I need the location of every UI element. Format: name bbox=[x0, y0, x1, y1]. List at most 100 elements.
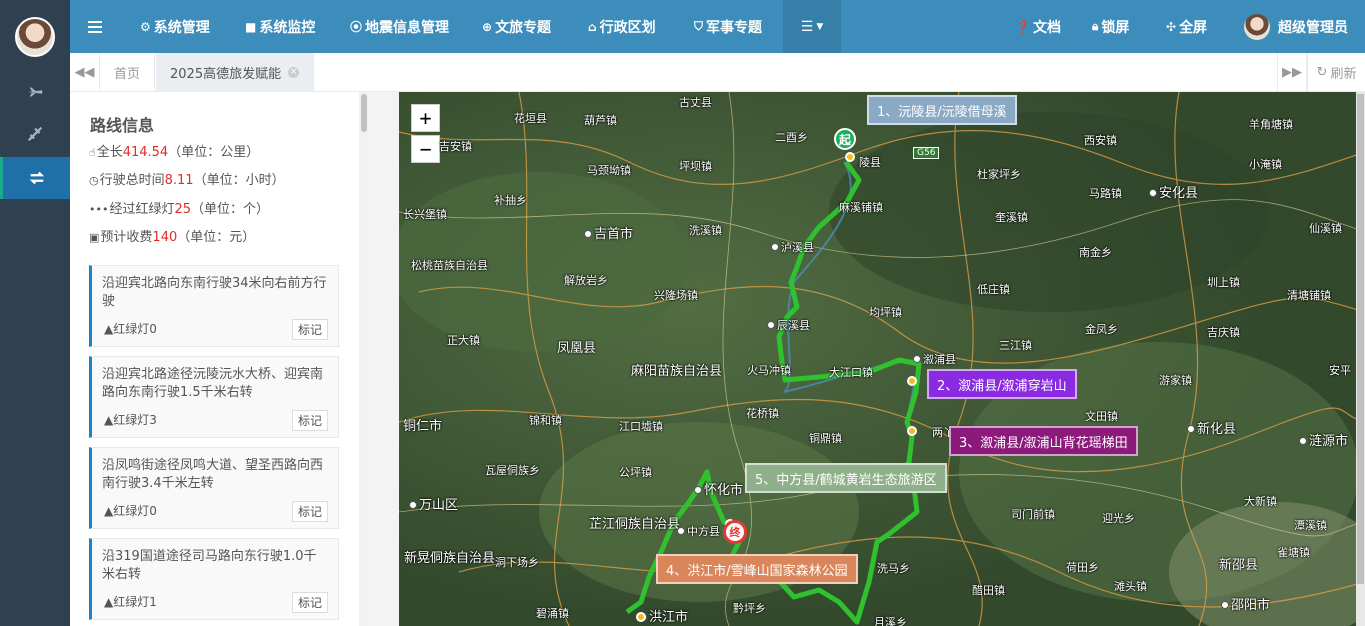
map-label: 新化县 bbox=[1187, 418, 1236, 437]
menu-toggle-button[interactable] bbox=[88, 0, 102, 53]
fullscreen-icon: ✣ bbox=[1166, 19, 1177, 34]
nav-system-admin[interactable]: ⚙ 系统管理 bbox=[140, 0, 210, 53]
tab-scroll-left-button[interactable]: ◀◀ bbox=[70, 53, 100, 92]
map-scrollbar[interactable] bbox=[1356, 92, 1365, 626]
map-label: 碧涌镇 bbox=[536, 607, 569, 620]
nav-earthquake-info[interactable]: ⦿ 地震信息管理 bbox=[350, 0, 449, 53]
map-label: 葫芦镇 bbox=[584, 114, 617, 127]
nav-military[interactable]: ⛉ 军事专题 bbox=[694, 0, 762, 53]
map-label: 圳上镇 bbox=[1207, 276, 1240, 289]
map-label: 解放岩乡 bbox=[564, 274, 608, 287]
money-icon: ▣ bbox=[89, 231, 100, 244]
route-step[interactable]: 沿迎宾北路途径沅陵沅水大桥、迎宾南路向东南行驶1.5千米右转 ▲红绿灯3 标记 bbox=[89, 356, 339, 438]
refresh-button[interactable]: ↻ 刷新 bbox=[1307, 53, 1365, 92]
tab-home[interactable]: 首页 bbox=[100, 53, 156, 92]
map-label: 滩头镇 bbox=[1114, 580, 1147, 593]
map-label: 公坪镇 bbox=[619, 466, 652, 479]
map-label: 洞下场乡 bbox=[495, 556, 539, 569]
map-label: 黔坪乡 bbox=[733, 602, 766, 615]
map-label: 坪坝镇 bbox=[679, 160, 712, 173]
forward-icon: ▶▶ bbox=[1282, 65, 1302, 80]
map-label: 正大镇 bbox=[447, 334, 480, 347]
map-label: 锦和镇 bbox=[529, 414, 562, 427]
nav-system-monitor[interactable]: ■ 系统监控 bbox=[245, 0, 315, 53]
waypoint-marker[interactable] bbox=[636, 612, 646, 622]
waypoint-marker[interactable] bbox=[907, 376, 917, 386]
map-label: 醋田镇 bbox=[972, 584, 1005, 597]
poi-label-4[interactable]: 4、洪江市/雪峰山国家森林公园 bbox=[656, 554, 858, 584]
mark-button[interactable]: 标记 bbox=[291, 501, 328, 522]
map-label: 江口墟镇 bbox=[619, 420, 663, 433]
map-label: 溆浦县 bbox=[913, 351, 956, 367]
poi-label-3[interactable]: 3、溆浦县/溆浦山背花瑶梯田 bbox=[949, 426, 1138, 456]
route-panel: 路线信息 ☝全长414.54（单位：公里） ◷行驶总时间8.11（单位：小时） … bbox=[70, 92, 369, 626]
question-icon: ❓ bbox=[1015, 19, 1030, 34]
map-label: 马颈坳镇 bbox=[587, 164, 631, 177]
route-step[interactable]: 沿迎宾北路向东南行驶34米向右前方行驶 ▲红绿灯0 标记 bbox=[89, 265, 339, 347]
map-label: 三江镇 bbox=[999, 339, 1032, 352]
map-label: 芷江侗族自治县 bbox=[589, 517, 681, 532]
nav-admin-division[interactable]: ⌂ 行政区划 bbox=[588, 0, 656, 53]
bank-icon: ⌂ bbox=[588, 19, 597, 34]
map-label: 陵县 bbox=[859, 156, 881, 169]
hamburger-icon bbox=[88, 20, 102, 33]
poi-label-1[interactable]: 1、沅陵县/沅陵借母溪 bbox=[867, 95, 1017, 125]
satellite-map[interactable]: + − 古丈县 花垣县 葫芦镇 二酉乡 西安镇 羊角塘镇 吉安镇 马颈坳镇 坪坝… bbox=[399, 92, 1365, 626]
highway-shield: G56 bbox=[913, 147, 940, 159]
clock-icon: ◷ bbox=[89, 174, 99, 187]
user-avatar bbox=[1244, 13, 1270, 40]
map-label: 洗马乡 bbox=[877, 562, 910, 575]
map-label: 潭溪镇 bbox=[1294, 519, 1327, 532]
road-icon: ▲ bbox=[104, 322, 114, 336]
poi-label-5[interactable]: 5、中方县/鹤城黄岩生态旅游区 bbox=[745, 463, 947, 493]
map-label: 杜家坪乡 bbox=[977, 168, 1021, 181]
waypoint-marker[interactable] bbox=[845, 152, 855, 162]
refresh-icon: ↻ bbox=[1316, 65, 1328, 80]
rail-exchange-icon[interactable] bbox=[0, 157, 70, 199]
nav-lock-screen[interactable]: 🔒︎ 锁屏 bbox=[1092, 0, 1129, 53]
map-label: 游家镇 bbox=[1159, 374, 1192, 387]
map-label: 涟源市 bbox=[1299, 430, 1348, 449]
stat-traffic-lights: •••经过红绿灯25（单位：个） bbox=[89, 202, 270, 217]
route-title: 路线信息 bbox=[90, 116, 155, 135]
map-label: 邵阳市 bbox=[1221, 594, 1270, 613]
poi-label-2[interactable]: 2、溆浦县/溆浦穿岩山 bbox=[927, 369, 1077, 399]
zoom-in-button[interactable]: + bbox=[411, 104, 440, 132]
nav-more-dropdown[interactable]: ☰ ▼ bbox=[783, 0, 841, 53]
stat-duration: ◷行驶总时间8.11（单位：小时） bbox=[89, 173, 285, 188]
tab-active[interactable]: 2025高德旅发赋能 × bbox=[156, 53, 315, 92]
map-label: 大江口镇 bbox=[829, 366, 873, 379]
map-label: 花桥镇 bbox=[746, 407, 779, 420]
mark-button[interactable]: 标记 bbox=[291, 592, 328, 613]
nav-fullscreen[interactable]: ✣ 全屏 bbox=[1166, 0, 1207, 53]
user-menu[interactable]: 超级管理员 bbox=[1244, 0, 1348, 53]
close-icon[interactable]: × bbox=[288, 67, 300, 78]
avatar[interactable] bbox=[15, 17, 55, 57]
route-step[interactable]: 沿凤鸣街途径凤鸣大道、望圣西路向西南行驶3.4千米左转 ▲红绿灯0 标记 bbox=[89, 447, 339, 529]
route-step[interactable]: 沿319国道途径司马路向东行驶1.0千米右转 ▲红绿灯1 标记 bbox=[89, 538, 339, 620]
map-label: 新晃侗族自治县 bbox=[404, 551, 496, 566]
mark-button[interactable]: 标记 bbox=[291, 319, 328, 340]
map-label: 小淹镇 bbox=[1249, 158, 1282, 171]
nav-docs[interactable]: ❓ 文档 bbox=[1015, 0, 1061, 53]
panel-scrollbar[interactable] bbox=[359, 92, 369, 626]
map-label: 吉安镇 bbox=[439, 140, 472, 153]
tab-scroll-right-button[interactable]: ▶▶ bbox=[1277, 53, 1307, 92]
map-label: 低庄镇 bbox=[977, 283, 1010, 296]
zoom-out-button[interactable]: − bbox=[411, 135, 440, 163]
start-marker[interactable]: 起 bbox=[834, 128, 856, 150]
rail-flight-icon[interactable] bbox=[0, 113, 70, 155]
map-label: 马路镇 bbox=[1089, 187, 1122, 200]
map-label: 均坪镇 bbox=[869, 306, 902, 319]
rail-plane-icon[interactable] bbox=[0, 71, 70, 113]
map-label: 古丈县 bbox=[679, 96, 712, 109]
end-marker[interactable]: 终 bbox=[723, 520, 747, 544]
map-label: 吉首市 bbox=[584, 223, 633, 242]
caret-down-icon: ▼ bbox=[816, 21, 824, 32]
nav-culture-tourism[interactable]: ⊕ 文旅专题 bbox=[482, 0, 551, 53]
mark-button[interactable]: 标记 bbox=[291, 410, 328, 431]
top-navbar: ⚙ 系统管理 ■ 系统监控 ⦿ 地震信息管理 ⊕ 文旅专题 ⌂ 行政区划 ⛉ 军事专题 ☰ ▼… bbox=[70, 0, 1365, 53]
road-icon: ▲ bbox=[104, 504, 114, 518]
waypoint-marker[interactable] bbox=[907, 426, 917, 436]
map-label: 瓦屋侗族乡 bbox=[485, 464, 540, 477]
